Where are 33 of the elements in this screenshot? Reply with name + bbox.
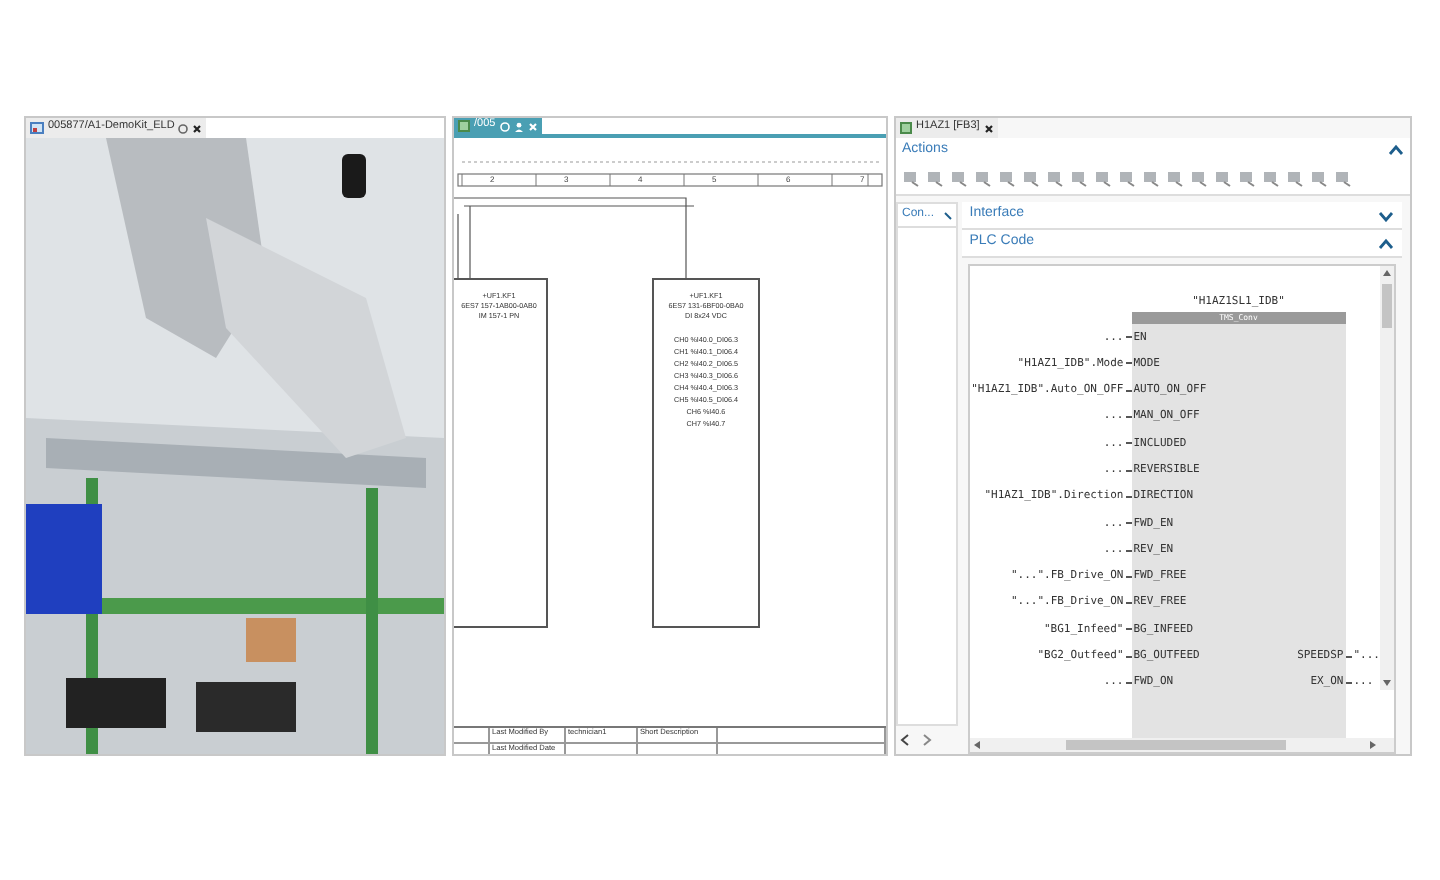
tool-icon[interactable] — [1166, 168, 1186, 188]
tool-icon[interactable] — [1238, 168, 1258, 188]
tool-icon[interactable] — [1262, 168, 1282, 188]
pin-icon[interactable] — [178, 123, 189, 133]
expand-icon[interactable] — [1378, 209, 1394, 221]
tool-icon[interactable] — [1046, 168, 1066, 188]
tool-icon[interactable] — [1142, 168, 1162, 188]
tool-icon[interactable] — [1094, 168, 1114, 188]
tool-icon[interactable] — [926, 168, 946, 188]
close-icon[interactable] — [983, 123, 994, 133]
tool-icon[interactable] — [1286, 168, 1306, 188]
block-icon — [900, 122, 912, 134]
tool-icon[interactable] — [974, 168, 994, 188]
tool-icon[interactable] — [998, 168, 1018, 188]
tool-icon[interactable] — [1070, 168, 1090, 188]
tool-icon[interactable] — [1022, 168, 1042, 188]
tool-icon[interactable] — [1118, 168, 1138, 188]
horizontal-scrollbar[interactable] — [969, 738, 1394, 752]
collapse-icon[interactable] — [1378, 237, 1394, 249]
tool-icon[interactable] — [1190, 168, 1210, 188]
tool-icon[interactable] — [902, 168, 922, 188]
model-icon — [30, 122, 44, 134]
page-icon — [458, 120, 470, 132]
back-icon[interactable] — [900, 734, 910, 746]
forward-icon[interactable] — [922, 734, 932, 746]
tool-icon[interactable] — [950, 168, 970, 188]
tool-icon[interactable] — [1310, 168, 1330, 188]
collapse-icon[interactable] — [1388, 144, 1404, 156]
vertical-scrollbar[interactable] — [1380, 266, 1394, 690]
user-icon — [513, 121, 524, 131]
tool-icon[interactable] — [1214, 168, 1234, 188]
close-icon[interactable] — [192, 123, 203, 133]
tool-icon[interactable] — [1334, 168, 1354, 188]
